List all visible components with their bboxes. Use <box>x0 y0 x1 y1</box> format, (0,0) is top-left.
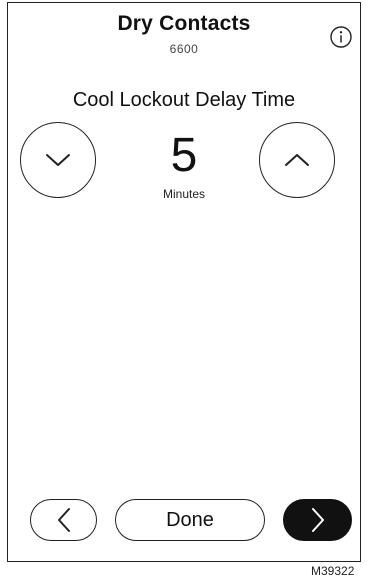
page-subtitle: 6600 <box>169 42 199 56</box>
done-button[interactable]: Done <box>115 499 265 541</box>
chevron-up-icon <box>285 154 309 166</box>
setting-label: Cool Lockout Delay Time <box>72 89 296 111</box>
back-button[interactable] <box>30 499 97 541</box>
thermostat-screen: Dry Contacts 6600 Cool Lockout Delay Tim… <box>7 2 361 562</box>
info-icon[interactable] <box>330 26 352 48</box>
chevron-right-icon <box>311 508 324 532</box>
done-button-label: Done <box>166 508 214 531</box>
increase-button[interactable] <box>259 122 335 198</box>
next-button[interactable] <box>283 499 352 541</box>
page-title: Dry Contacts <box>117 12 251 35</box>
chevron-left-icon <box>57 508 70 532</box>
figure-code: M39322 <box>311 564 355 578</box>
